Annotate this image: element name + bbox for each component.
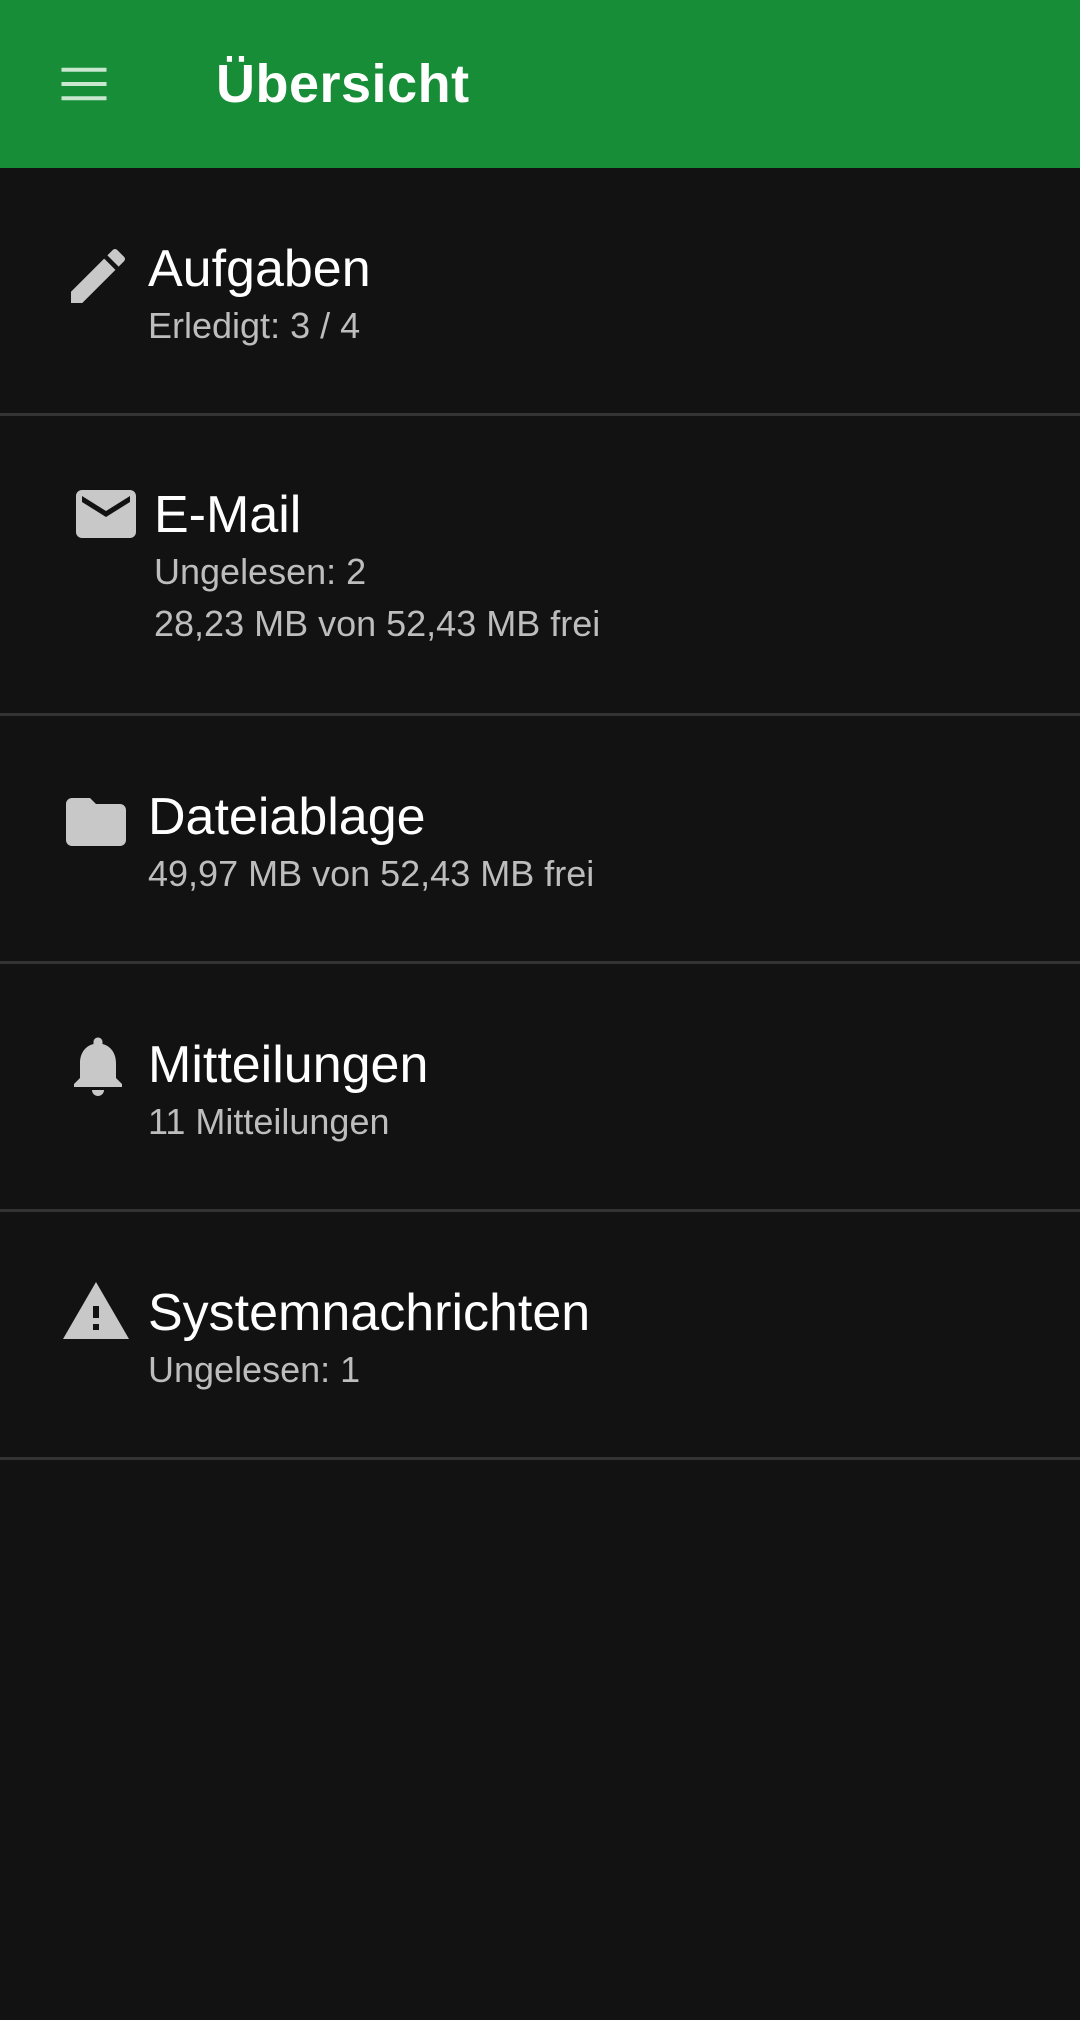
- item-detail: 49,97 MB von 52,43 MB frei: [148, 853, 595, 894]
- item-detail: Ungelesen: 2: [154, 551, 367, 592]
- menu-button[interactable]: [34, 34, 134, 134]
- item-title: Mitteilungen: [148, 1036, 429, 1094]
- item-title: Systemnachrichten: [148, 1284, 591, 1342]
- item-detail: Erledigt: 3 / 4: [148, 305, 361, 346]
- warning-icon: [60, 1276, 132, 1348]
- item-title: Dateiablage: [148, 788, 426, 846]
- page-title: Übersicht: [216, 54, 470, 114]
- app-bar: Übersicht: [0, 0, 1080, 168]
- item-detail: 11 Mitteilungen: [148, 1101, 390, 1142]
- pencil-icon: [62, 240, 134, 312]
- menu-icon: [61, 67, 107, 101]
- item-detail: 28,23 MB von 52,43 MB frei: [154, 603, 601, 644]
- item-title: Aufgaben: [148, 240, 371, 298]
- list-item-tasks[interactable]: Aufgaben Erledigt: 3 / 4: [0, 168, 1080, 416]
- list-item-email[interactable]: E-Mail Ungelesen: 2 28,23 MB von 52,43 M…: [0, 416, 1080, 716]
- item-title: E-Mail: [154, 486, 302, 544]
- bell-icon: [62, 1030, 134, 1102]
- folder-icon: [60, 786, 132, 858]
- overview-list: Aufgaben Erledigt: 3 / 4 E-Mail Ungelese…: [0, 168, 1080, 1460]
- list-item-system-messages[interactable]: Systemnachrichten Ungelesen: 1: [0, 1212, 1080, 1460]
- item-detail: Ungelesen: 1: [148, 1349, 361, 1390]
- mail-icon: [70, 478, 142, 550]
- list-item-notifications[interactable]: Mitteilungen 11 Mitteilungen: [0, 964, 1080, 1212]
- list-item-files[interactable]: Dateiablage 49,97 MB von 52,43 MB frei: [0, 716, 1080, 964]
